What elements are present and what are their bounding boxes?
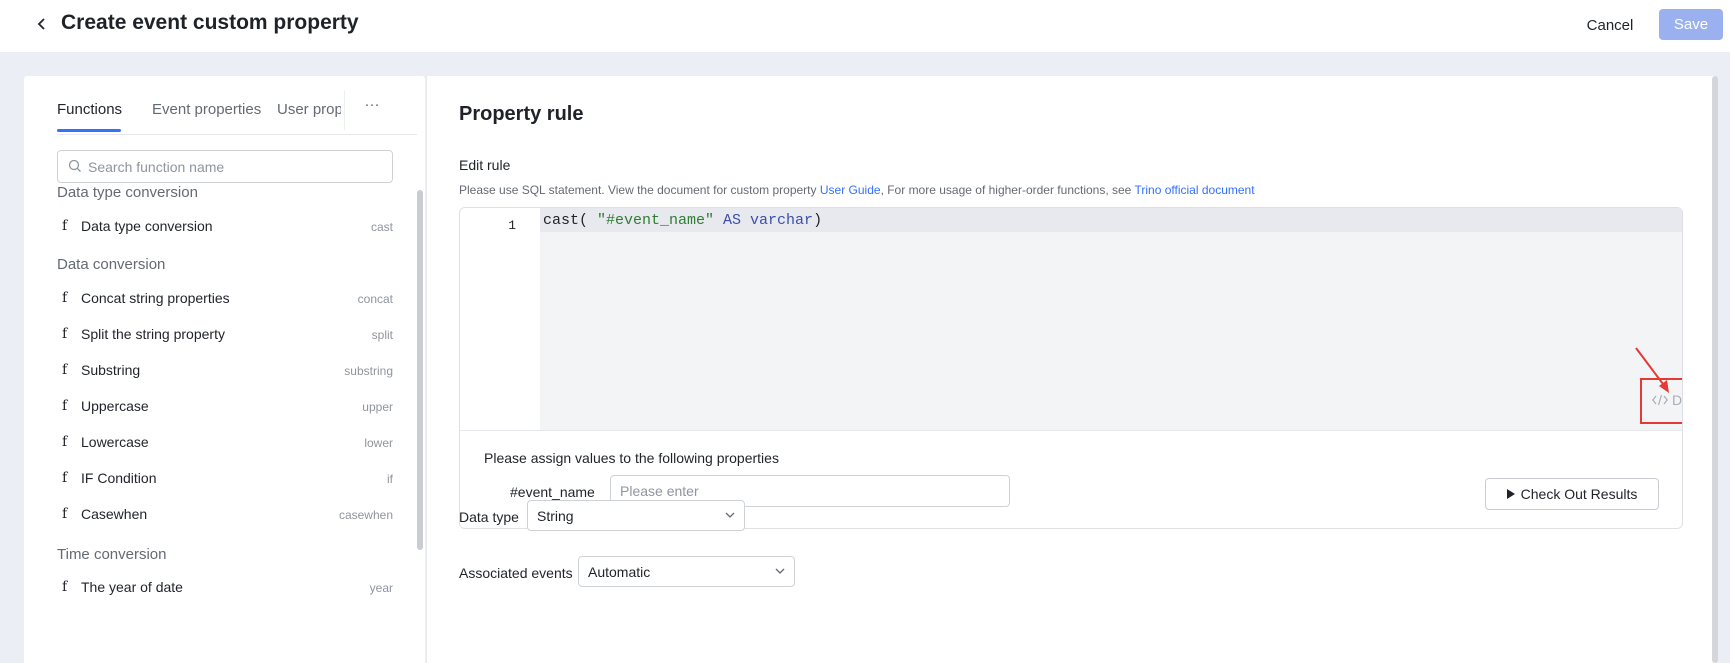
search-icon	[68, 159, 81, 172]
function-item-concat[interactable]: f Concat string properties concat	[57, 281, 393, 317]
code-function-token: cast(	[543, 212, 598, 229]
check-out-results-label: Check Out Results	[1520, 486, 1638, 502]
function-item-lower[interactable]: f Lowercase lower	[57, 425, 393, 461]
code-text[interactable]: cast( "#event_name" AS varchar)	[543, 212, 822, 229]
property-rule-panel: Property rule Edit rule Please use SQL s…	[426, 76, 1716, 663]
function-icon: f	[62, 362, 68, 378]
cancel-button[interactable]: Cancel	[1578, 10, 1642, 40]
function-code: if	[387, 472, 393, 486]
function-item-substring[interactable]: f Substring substring	[57, 353, 393, 389]
data-type-label: Data type	[459, 509, 519, 525]
page-scrollbar[interactable]	[1712, 76, 1718, 663]
function-name: Split the string property	[81, 326, 225, 342]
function-item-cast[interactable]: f Data type conversion cast	[57, 209, 393, 245]
function-name: Lowercase	[81, 434, 149, 450]
function-name: Data type conversion	[81, 218, 213, 234]
active-code-line: cast( "#event_name" AS varchar)	[540, 208, 1682, 232]
function-icon: f	[62, 506, 68, 522]
active-tab-indicator	[57, 129, 121, 132]
search-input[interactable]	[88, 155, 388, 179]
function-panel: Functions Event properties User properti…	[24, 76, 425, 663]
function-icon: f	[62, 290, 68, 306]
function-name: The year of date	[81, 579, 183, 595]
function-item-if[interactable]: f IF Condition if	[57, 461, 393, 497]
data-type-select[interactable]: String	[527, 500, 745, 531]
function-code: cast	[370, 220, 393, 234]
tab-divider	[344, 90, 345, 130]
function-search[interactable]	[57, 150, 393, 183]
function-code: split	[371, 328, 393, 342]
description-text-2: , For more usage of higher-order functio…	[880, 183, 1135, 197]
group-title-time-conversion: Time conversion	[57, 546, 167, 563]
function-item-split[interactable]: f Split the string property split	[57, 317, 393, 353]
section-title: Property rule	[459, 103, 584, 125]
function-icon: f	[62, 434, 68, 450]
function-icon: f	[62, 326, 68, 342]
function-code: upper	[362, 400, 393, 414]
function-code: casewhen	[338, 508, 393, 522]
function-icon: f	[62, 398, 68, 414]
function-code: substring	[344, 364, 393, 378]
tab-functions[interactable]: Functions	[57, 101, 122, 118]
associated-events-select[interactable]: Automatic	[578, 556, 795, 587]
editor-gutter: 1	[460, 208, 540, 430]
function-list-scrollbar[interactable]	[417, 190, 423, 550]
function-icon: f	[62, 470, 68, 486]
debug-highlight-box: Debug	[1640, 378, 1683, 424]
function-name: Uppercase	[81, 398, 149, 414]
more-tabs-icon[interactable]: ···	[359, 96, 385, 118]
function-item-year[interactable]: f The year of date year	[57, 570, 393, 606]
function-code: concat	[357, 292, 393, 306]
debug-label: Debug	[1672, 392, 1683, 408]
code-icon	[1652, 394, 1668, 406]
group-title-data-type-conversion: Data type conversion	[57, 184, 198, 201]
code-input-area[interactable]: cast( "#event_name" AS varchar) Debug	[540, 208, 1683, 430]
check-out-results-button[interactable]: Check Out Results	[1485, 478, 1659, 510]
back-arrow-icon[interactable]	[32, 14, 52, 34]
property-label: #event_name	[510, 484, 595, 500]
associated-events-label: Associated events	[459, 565, 573, 581]
code-string-token: "#event_name"	[597, 212, 715, 229]
function-code: year	[369, 581, 393, 595]
function-item-casewhen[interactable]: f Casewhen casewhen	[57, 497, 393, 533]
associated-events-value: Automatic	[588, 564, 651, 580]
function-name: Casewhen	[81, 506, 148, 522]
user-guide-link[interactable]: User Guide	[820, 183, 881, 197]
tab-user-properties-container: User properties	[277, 101, 341, 127]
save-button[interactable]: Save	[1659, 9, 1723, 40]
function-code: lower	[364, 436, 393, 450]
edit-rule-label: Edit rule	[459, 157, 511, 173]
tab-event-properties[interactable]: Event properties	[152, 101, 261, 118]
description-text: Please use SQL statement. View the docum…	[459, 183, 820, 197]
code-keyword-token: AS varchar	[714, 212, 814, 229]
page-title: Create event custom property	[61, 11, 359, 34]
assign-title: Please assign values to the following pr…	[484, 450, 779, 466]
debug-button[interactable]: Debug	[1652, 392, 1683, 408]
data-type-value: String	[537, 508, 574, 524]
function-icon: f	[62, 218, 68, 234]
code-close-token: )	[813, 212, 823, 229]
chevron-down-icon	[775, 568, 785, 574]
rule-description: Please use SQL statement. View the docum…	[459, 183, 1255, 197]
play-icon	[1506, 489, 1515, 499]
function-name: IF Condition	[81, 470, 157, 486]
function-icon: f	[62, 579, 68, 595]
function-name: Concat string properties	[81, 290, 230, 306]
function-name: Substring	[81, 362, 141, 378]
line-number: 1	[508, 218, 516, 233]
tab-user-properties[interactable]: User properties	[277, 101, 341, 118]
sql-editor: 1 cast( "#event_name" AS varchar) Debug …	[459, 207, 1683, 529]
function-item-upper[interactable]: f Uppercase upper	[57, 389, 393, 425]
group-title-data-conversion: Data conversion	[57, 256, 166, 273]
trino-doc-link[interactable]: Trino official document	[1134, 183, 1254, 197]
chevron-down-icon	[725, 512, 735, 518]
top-bar: Create event custom property Cancel Save	[0, 0, 1730, 52]
